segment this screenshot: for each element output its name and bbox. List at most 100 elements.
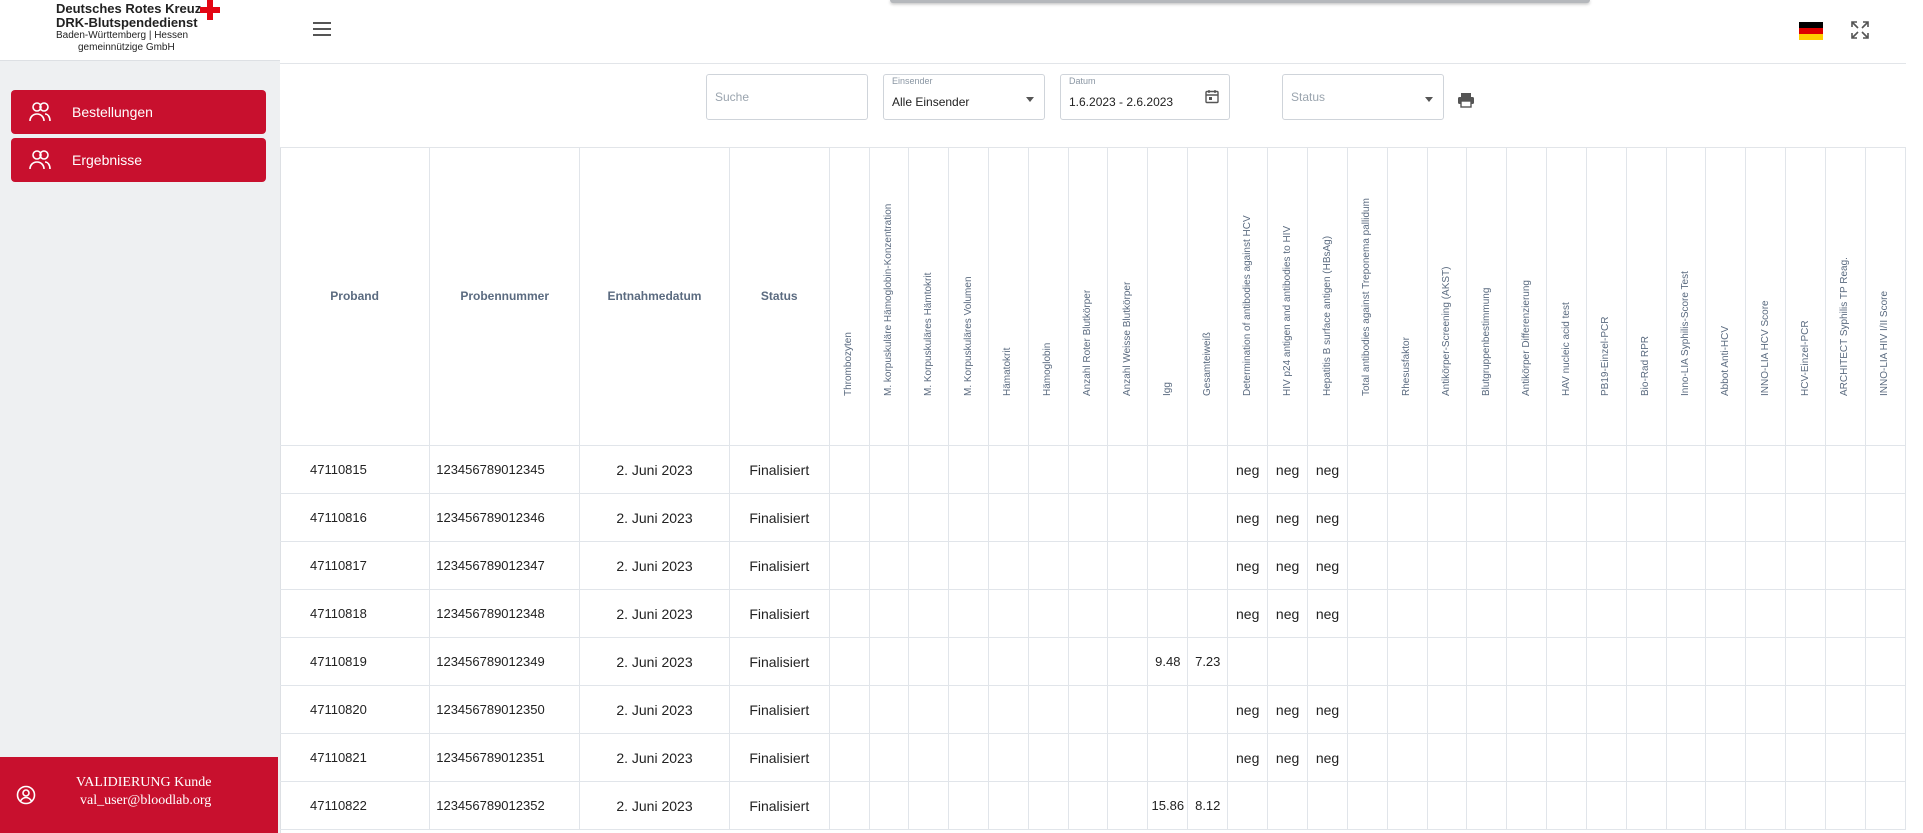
brand-line-3: Baden-Württemberg | Hessen (56, 30, 189, 41)
nav-item-ergebnisse[interactable]: Ergebnisse (11, 138, 266, 182)
results-table-container[interactable]: Proband Probennummer Entnahmedatum Statu… (280, 147, 1906, 833)
cell-empty (1427, 733, 1468, 782)
hamburger-menu-icon[interactable] (313, 22, 331, 36)
nav-item-bestellungen[interactable]: Bestellungen (11, 90, 266, 134)
column-header-rotated[interactable]: Rhesusfaktor (1387, 147, 1428, 446)
cell-gesamteiweiss: 8.12 (1187, 781, 1229, 830)
cell-empty (829, 637, 870, 686)
table-row[interactable]: 47110819 123456789012349 2. Juni 2023 Final… (280, 637, 1906, 686)
cell-hiv: neg (1267, 733, 1309, 782)
cell-empty (1586, 733, 1627, 782)
column-header-label: HIV p24 antigen and antibodies to HIV (1281, 225, 1293, 396)
cell-empty (1626, 781, 1667, 830)
cell-empty (948, 781, 989, 830)
column-header-rotated[interactable]: PB19-Einzel-PCR (1586, 147, 1627, 446)
calendar-icon[interactable] (1205, 89, 1219, 109)
table-row[interactable]: 47110816 123456789012346 2. Juni 2023 Final… (280, 493, 1906, 542)
column-header-label: Inno-LIA Syphilis-Score Test (1680, 271, 1692, 396)
cell-hcv: neg (1227, 541, 1269, 590)
table-row[interactable]: 47110818 123456789012348 2. Juni 2023 Final… (280, 589, 1906, 638)
column-header-rotated[interactable]: Hämatokrit (988, 147, 1029, 446)
cell-hbsag: neg (1307, 589, 1348, 638)
cell-empty (1825, 541, 1866, 590)
column-header-rotated[interactable]: Thrombozyten (829, 147, 870, 446)
column-header-rotated[interactable]: ARCHITECT Syphilis TP Reag. (1825, 147, 1866, 446)
column-header-rotated[interactable]: Abbot Anti-HCV (1705, 147, 1747, 446)
cell-empty (1387, 541, 1428, 590)
cell-empty (1347, 541, 1388, 590)
fullscreen-icon[interactable] (1850, 20, 1870, 40)
column-header-rotated[interactable]: HIV p24 antigen and antibodies to HIV (1267, 147, 1309, 446)
column-header-rotated[interactable]: Determination of antibodies against HCV (1227, 147, 1269, 446)
cell-empty (1586, 781, 1627, 830)
cell-empty (1586, 637, 1627, 686)
cell-hiv: neg (1267, 445, 1309, 494)
table-row[interactable]: 47110821 123456789012351 2. Juni 2023 Final… (280, 733, 1906, 782)
cell-empty (1865, 637, 1906, 686)
column-header-rotated[interactable]: Hämoglobin (1028, 147, 1069, 446)
column-header-rotated[interactable]: Gesamteiweiß (1187, 147, 1229, 446)
column-header-rotated[interactable]: Inno-LIA Syphilis-Score Test (1666, 147, 1707, 446)
german-flag-icon[interactable] (1799, 22, 1823, 40)
column-header-rotated[interactable]: Blutgruppenbestimmung (1466, 147, 1508, 446)
column-header-rotated[interactable]: Anzahl Weisse Blutkörper (1107, 147, 1149, 446)
column-header-rotated[interactable]: HCV-Einzel-PCR (1785, 147, 1826, 446)
cell-empty (1666, 589, 1707, 638)
cell-empty (1466, 781, 1508, 830)
cell-empty (1666, 493, 1707, 542)
datum-range-field[interactable]: Datum 1.6.2023 - 2.6.2023 (1060, 74, 1230, 120)
table-row[interactable]: 47110820 123456789012350 2. Juni 2023 Final… (280, 685, 1906, 734)
cell-hcv: neg (1227, 589, 1269, 638)
column-header-probennummer[interactable]: Probennummer (429, 147, 581, 446)
cell-hcv: neg (1227, 445, 1269, 494)
cell-empty (1586, 493, 1627, 542)
column-header-rotated[interactable]: M. korpuskuläre Hämoglobin-Konzentration (869, 147, 910, 446)
cell-empty (1666, 781, 1707, 830)
column-header-rotated[interactable]: Bio-Rad RPR (1626, 147, 1667, 446)
column-header-rotated[interactable]: M. Korpuskuläres Hämtokrit (908, 147, 950, 446)
cell-empty (908, 589, 950, 638)
status-select[interactable]: Status (1282, 74, 1444, 120)
cell-probennummer: 123456789012351 (429, 733, 581, 782)
dropdown-shadow (890, 0, 1590, 3)
column-header-rotated[interactable]: HAV nucleic acid test (1546, 147, 1587, 446)
column-header-rotated[interactable]: INNO-LIA HCV Score (1745, 147, 1787, 446)
cell-empty (1506, 445, 1548, 494)
column-header-proband[interactable]: Proband (280, 147, 431, 446)
table-row[interactable]: 47110822 123456789012352 2. Juni 2023 Final… (280, 781, 1906, 830)
cell-hcv (1227, 781, 1269, 830)
cell-empty (1865, 493, 1906, 542)
column-header-label: M. korpuskuläre Hämoglobin-Konzentration (882, 203, 894, 396)
cell-empty (1825, 589, 1866, 638)
column-header-rotated[interactable]: Antikörper-Screening (AKST) (1427, 147, 1468, 446)
search-input[interactable]: Suche (706, 74, 868, 120)
user-panel[interactable]: VALIDIERUNG Kunde val_user@bloodlab.org (0, 757, 278, 833)
column-header-status[interactable]: Status (729, 147, 830, 446)
cell-proband: 47110822 (280, 781, 431, 830)
table-row[interactable]: 47110817 123456789012347 2. Juni 2023 Final… (280, 541, 1906, 590)
cell-probennummer: 123456789012347 (429, 541, 581, 590)
cell-empty (1785, 493, 1826, 542)
cell-empty (1705, 637, 1747, 686)
cell-hiv: neg (1267, 685, 1309, 734)
column-header-label: Gesamteiweiß (1201, 332, 1213, 396)
cell-gesamteiweiss (1187, 589, 1229, 638)
column-header-entnahmedatum[interactable]: Entnahmedatum (579, 147, 730, 446)
column-header-rotated[interactable]: Hepatitis B surface antigen (HBsAg) (1307, 147, 1348, 446)
cell-empty (1107, 445, 1149, 494)
printer-icon[interactable] (1457, 91, 1475, 109)
column-header-rotated[interactable]: Igg (1147, 147, 1189, 446)
column-header-rotated[interactable]: Anzahl Roter Blutkörper (1068, 147, 1109, 446)
column-header-rotated[interactable]: INNO-LIA HIV I/II Score (1865, 147, 1906, 446)
column-header-rotated[interactable]: M. Korpuskuläres Volumen (948, 147, 989, 446)
cell-probennummer: 123456789012349 (429, 637, 581, 686)
cell-hbsag: neg (1307, 733, 1348, 782)
einsender-select[interactable]: Einsender Alle Einsender (883, 74, 1045, 120)
cell-empty (988, 781, 1029, 830)
column-header-label: Hepatitis B surface antigen (HBsAg) (1321, 235, 1333, 396)
column-header-rotated[interactable]: Total antibodies against Treponema palli… (1347, 147, 1388, 446)
table-row[interactable]: 47110815 123456789012345 2. Juni 2023 Final… (280, 445, 1906, 494)
column-header-label: M. Korpuskuläres Hämtokrit (922, 272, 934, 396)
cell-empty (1865, 733, 1906, 782)
column-header-rotated[interactable]: Antikörper Differenzierung (1506, 147, 1548, 446)
